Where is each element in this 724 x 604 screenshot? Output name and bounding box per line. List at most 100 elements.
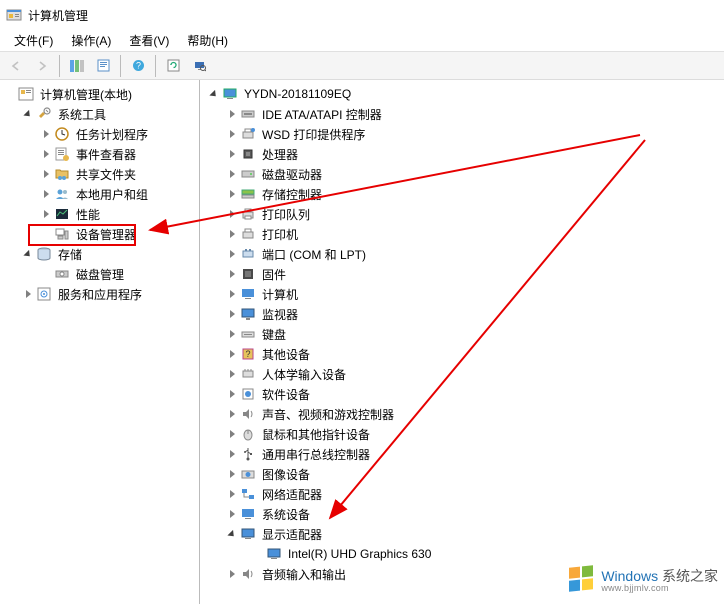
- device-category-label: 图像设备: [260, 465, 312, 484]
- right-tree-pane: YYDN-20181109EQ IDE ATA/ATAPI 控制器 WSD 打印…: [200, 80, 724, 604]
- expander-icon[interactable]: [224, 346, 240, 362]
- monitor-icon: [240, 306, 256, 322]
- expander-icon[interactable]: [38, 126, 54, 142]
- expander-icon[interactable]: [224, 286, 240, 302]
- tree-device-manager[interactable]: 设备管理器: [0, 224, 199, 244]
- tree-services-apps[interactable]: 服务和应用程序: [0, 284, 199, 304]
- device-root-label: YYDN-20181109EQ: [242, 86, 353, 102]
- expander-icon[interactable]: [20, 286, 36, 302]
- device-category[interactable]: 鼠标和其他指针设备: [200, 424, 724, 444]
- device-category[interactable]: 监视器: [200, 304, 724, 324]
- expander-icon[interactable]: [224, 466, 240, 482]
- expander-icon[interactable]: [224, 106, 240, 122]
- expander-icon[interactable]: [224, 326, 240, 342]
- menu-action[interactable]: 操作(A): [63, 30, 119, 51]
- menu-file[interactable]: 文件(F): [6, 30, 61, 51]
- expander-icon[interactable]: [224, 146, 240, 162]
- expander-icon[interactable]: [224, 306, 240, 322]
- menu-view[interactable]: 查看(V): [121, 30, 177, 51]
- expander-icon[interactable]: [224, 446, 240, 462]
- tree-item-label: 共享文件夹: [74, 165, 138, 184]
- expander-icon[interactable]: [224, 366, 240, 382]
- device-category[interactable]: 人体学输入设备: [200, 364, 724, 384]
- tree-performance[interactable]: 性能: [0, 204, 199, 224]
- watermark-url: www.bjjmlv.com: [601, 584, 718, 594]
- toolbar-separator: [155, 55, 156, 77]
- expander-icon[interactable]: [224, 526, 240, 542]
- device-category[interactable]: 键盘: [200, 324, 724, 344]
- expander-icon[interactable]: [224, 506, 240, 522]
- tree-local-users[interactable]: 本地用户和组: [0, 184, 199, 204]
- device-category[interactable]: 打印队列: [200, 204, 724, 224]
- expander-icon[interactable]: [224, 186, 240, 202]
- storage-ctrl-icon: [240, 186, 256, 202]
- device-category[interactable]: 打印机: [200, 224, 724, 244]
- device-category-label: 声音、视频和游戏控制器: [260, 405, 396, 424]
- device-category[interactable]: 系统设备: [200, 504, 724, 524]
- device-category[interactable]: 磁盘驱动器: [200, 164, 724, 184]
- device-category-label: 磁盘驱动器: [260, 165, 324, 184]
- expander-icon[interactable]: [224, 206, 240, 222]
- expander-icon[interactable]: [224, 386, 240, 402]
- expander-icon[interactable]: [38, 146, 54, 162]
- tree-item-label: 设备管理器: [74, 225, 138, 244]
- audio-io-icon: [240, 566, 256, 582]
- expander-icon[interactable]: [38, 206, 54, 222]
- device-category[interactable]: 固件: [200, 264, 724, 284]
- device-category-label: 计算机: [260, 285, 300, 304]
- device-category[interactable]: ?其他设备: [200, 344, 724, 364]
- device-root[interactable]: YYDN-20181109EQ: [200, 84, 724, 104]
- menu-help[interactable]: 帮助(H): [179, 30, 236, 51]
- expander-icon[interactable]: [224, 486, 240, 502]
- tree-task-scheduler[interactable]: 任务计划程序: [0, 124, 199, 144]
- device-category-label: 系统设备: [260, 505, 312, 524]
- expander-icon[interactable]: [20, 106, 36, 122]
- tools-icon: [36, 106, 52, 122]
- event-log-icon: [54, 146, 70, 162]
- expander-icon[interactable]: [224, 226, 240, 242]
- printer-wsd-icon: [240, 126, 256, 142]
- tree-disk-mgmt[interactable]: 磁盘管理: [0, 264, 199, 284]
- expander-icon[interactable]: [224, 266, 240, 282]
- properties-button[interactable]: [91, 54, 115, 78]
- ide-icon: [240, 106, 256, 122]
- expander-icon[interactable]: [206, 86, 222, 102]
- device-category[interactable]: WSD 打印提供程序: [200, 124, 724, 144]
- device-category[interactable]: 声音、视频和游戏控制器: [200, 404, 724, 424]
- expander-icon[interactable]: [224, 246, 240, 262]
- expander-icon[interactable]: [224, 406, 240, 422]
- expander-icon[interactable]: [224, 166, 240, 182]
- refresh-button[interactable]: [161, 54, 185, 78]
- help-button[interactable]: ?: [126, 54, 150, 78]
- expander-icon[interactable]: [224, 426, 240, 442]
- tree-systools[interactable]: 系统工具: [0, 104, 199, 124]
- device-category[interactable]: 处理器: [200, 144, 724, 164]
- device-display-adapters[interactable]: 显示适配器: [200, 524, 724, 544]
- expander-icon[interactable]: [38, 166, 54, 182]
- tree-event-viewer[interactable]: 事件查看器: [0, 144, 199, 164]
- device-category[interactable]: 通用串行总线控制器: [200, 444, 724, 464]
- device-category-label: 网络适配器: [260, 485, 324, 504]
- device-category[interactable]: 端口 (COM 和 LPT): [200, 244, 724, 264]
- expander-icon[interactable]: [224, 566, 240, 582]
- device-category[interactable]: 软件设备: [200, 384, 724, 404]
- device-category[interactable]: 网络适配器: [200, 484, 724, 504]
- expander-icon[interactable]: [38, 186, 54, 202]
- device-category[interactable]: 计算机: [200, 284, 724, 304]
- device-category-label: 固件: [260, 265, 288, 284]
- device-category[interactable]: 存储控制器: [200, 184, 724, 204]
- tree-shared-folders[interactable]: 共享文件夹: [0, 164, 199, 184]
- scan-hw-button[interactable]: [187, 54, 211, 78]
- tree-storage[interactable]: 存储: [0, 244, 199, 264]
- device-category[interactable]: 图像设备: [200, 464, 724, 484]
- panels-button[interactable]: [65, 54, 89, 78]
- device-category-label: 打印队列: [260, 205, 312, 224]
- expander-icon[interactable]: [20, 246, 36, 262]
- tree-item-label: 服务和应用程序: [56, 285, 144, 304]
- tree-item-label: 系统工具: [56, 105, 108, 124]
- tree-item-label: 存储: [56, 245, 84, 264]
- device-category[interactable]: IDE ATA/ATAPI 控制器: [200, 104, 724, 124]
- device-gpu-item[interactable]: Intel(R) UHD Graphics 630: [200, 544, 724, 564]
- expander-icon[interactable]: [224, 126, 240, 142]
- tree-root-computer-mgmt[interactable]: 计算机管理(本地): [0, 84, 199, 104]
